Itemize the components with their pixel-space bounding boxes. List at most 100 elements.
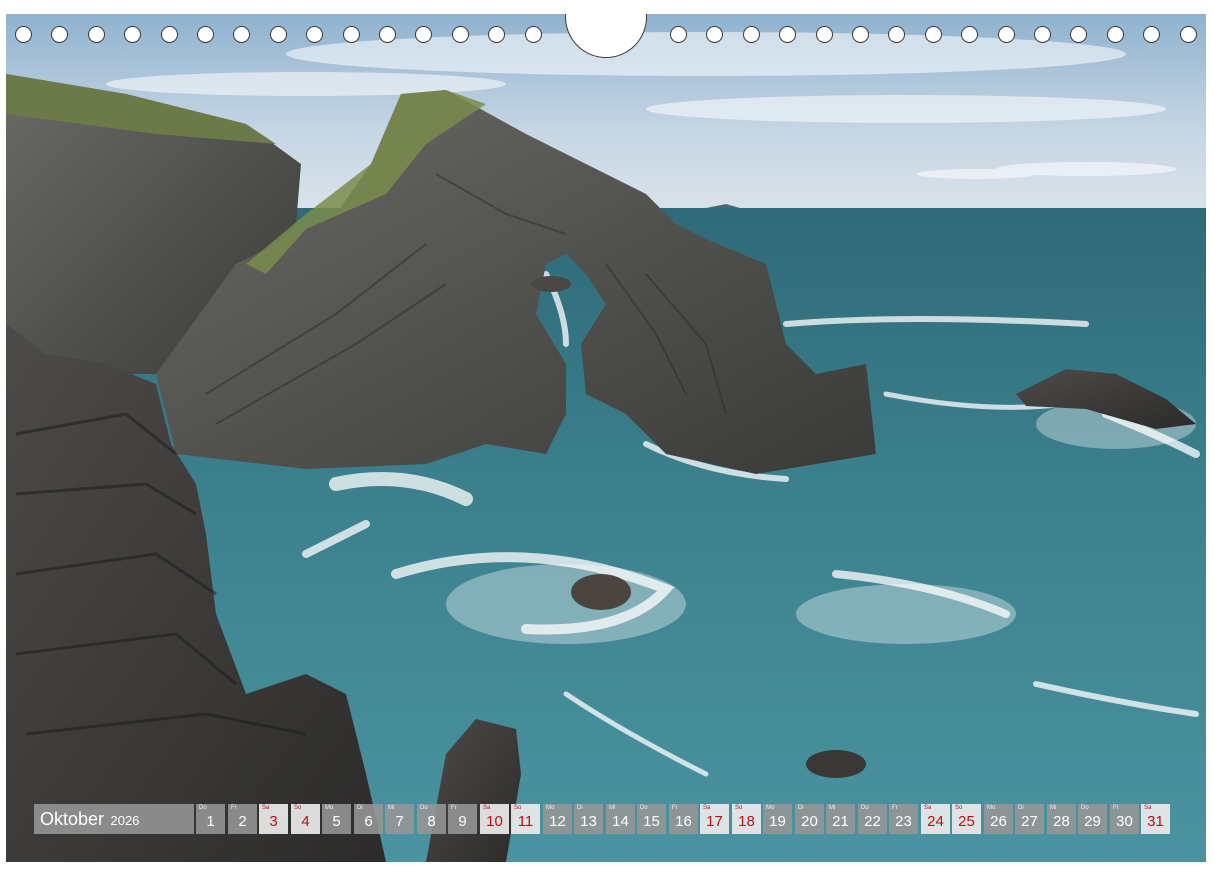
day-number: 10	[486, 813, 503, 830]
weekday-label: Mo	[325, 805, 334, 811]
day-number: 17	[706, 813, 723, 830]
binding-hole	[779, 26, 796, 43]
day-number: 27	[1021, 813, 1038, 830]
day-number: 21	[832, 813, 849, 830]
binding-hole	[743, 26, 760, 43]
day-cell: Mo 26	[984, 804, 1013, 834]
binding-hole	[1107, 26, 1124, 43]
weekday-label: Di	[798, 805, 804, 811]
day-cell: Sa 3	[259, 804, 288, 834]
day-number: 1	[206, 813, 215, 830]
day-cell: Fr 2	[228, 804, 257, 834]
binding-hole	[998, 26, 1015, 43]
day-cell: Di 27	[1015, 804, 1044, 834]
day-cell: So 18	[732, 804, 761, 834]
binding-hole	[525, 26, 542, 43]
weekday-label: Mo	[766, 805, 775, 811]
weekday-label: So	[955, 805, 963, 811]
weekday-label: Do	[1081, 805, 1089, 811]
day-number: 19	[769, 813, 786, 830]
binding-hole	[452, 26, 469, 43]
day-number: 12	[549, 813, 566, 830]
day-number: 4	[301, 813, 310, 830]
day-cell: Sa 17	[700, 804, 729, 834]
day-cell: Fr 23	[889, 804, 918, 834]
day-cell: So 4	[291, 804, 320, 834]
day-number: 7	[395, 813, 404, 830]
binding-hole	[306, 26, 323, 43]
weekday-label: Mo	[987, 805, 996, 811]
binding-hole	[961, 26, 978, 43]
coastal-landscape-illustration	[6, 14, 1206, 862]
weekday-label: Mo	[546, 805, 555, 811]
binding-hole	[488, 26, 505, 43]
day-cell: Mi 28	[1047, 804, 1076, 834]
day-number: 3	[269, 813, 278, 830]
weekday-label: Fr	[231, 805, 237, 811]
weekday-label: Fr	[451, 805, 457, 811]
day-number: 23	[895, 813, 912, 830]
binding-hole	[124, 26, 141, 43]
binding-hole	[88, 26, 105, 43]
binding-hole	[1070, 26, 1087, 43]
day-number: 25	[958, 813, 975, 830]
month-label: Oktober 2026	[34, 804, 194, 834]
weekday-label: Sa	[703, 805, 711, 811]
year-label: 2026	[110, 813, 140, 828]
weekday-label: So	[294, 805, 302, 811]
weekday-label: So	[514, 805, 522, 811]
binding-hole	[925, 26, 942, 43]
binding-hole	[415, 26, 432, 43]
day-number: 24	[927, 813, 944, 830]
day-number: 22	[864, 813, 881, 830]
calendar-page: Oktober 2026 Do 1 Fr 2 Sa 3 So 4 Mo 5 Di 6 Mi 7 Do 8 Fr 9…	[0, 0, 1214, 870]
weekday-label: Do	[199, 805, 207, 811]
binding-hole	[270, 26, 287, 43]
day-cell: Di 6	[354, 804, 383, 834]
binding-hole	[888, 26, 905, 43]
binding-hole	[1034, 26, 1051, 43]
weekday-label: Mi	[609, 805, 616, 811]
day-cell: Do 15	[637, 804, 666, 834]
day-cell: Do 29	[1078, 804, 1107, 834]
weekday-label: Di	[357, 805, 363, 811]
weekday-label: Mi	[1050, 805, 1057, 811]
day-number: 14	[612, 813, 629, 830]
day-cell: Mi 14	[606, 804, 635, 834]
day-number: 20	[801, 813, 818, 830]
weekday-label: Di	[1018, 805, 1024, 811]
day-cell: Do 22	[858, 804, 887, 834]
calendar-strip: Oktober 2026 Do 1 Fr 2 Sa 3 So 4 Mo 5 Di 6 Mi 7 Do 8 Fr 9…	[34, 804, 1180, 834]
day-number: 31	[1147, 813, 1164, 830]
day-cell: Di 20	[795, 804, 824, 834]
day-number: 9	[458, 813, 467, 830]
binding-hole	[1143, 26, 1160, 43]
weekday-label: Sa	[1144, 805, 1152, 811]
day-cell: Fr 30	[1110, 804, 1139, 834]
day-cell: Fr 9	[448, 804, 477, 834]
binding-hole	[343, 26, 360, 43]
day-number: 2	[238, 813, 247, 830]
day-number: 11	[517, 813, 534, 830]
day-cell: Do 8	[417, 804, 446, 834]
day-number: 16	[675, 813, 692, 830]
weekday-label: Mi	[829, 805, 836, 811]
day-number: 5	[332, 813, 341, 830]
day-cell: Di 13	[574, 804, 603, 834]
binding-hole	[233, 26, 250, 43]
day-cell: Mo 5	[322, 804, 351, 834]
day-number: 8	[427, 813, 436, 830]
binding-hole	[379, 26, 396, 43]
binding-hole	[706, 26, 723, 43]
day-number: 18	[738, 813, 755, 830]
binding-hole	[161, 26, 178, 43]
binding-hole	[15, 26, 32, 43]
day-number: 26	[990, 813, 1007, 830]
weekday-label: Sa	[924, 805, 932, 811]
sea-arch-photo	[6, 14, 1206, 862]
day-cell: Fr 16	[669, 804, 698, 834]
day-cell: Mi 21	[826, 804, 855, 834]
weekday-label: Sa	[483, 805, 491, 811]
weekday-label: Di	[577, 805, 583, 811]
binding-hole	[670, 26, 687, 43]
